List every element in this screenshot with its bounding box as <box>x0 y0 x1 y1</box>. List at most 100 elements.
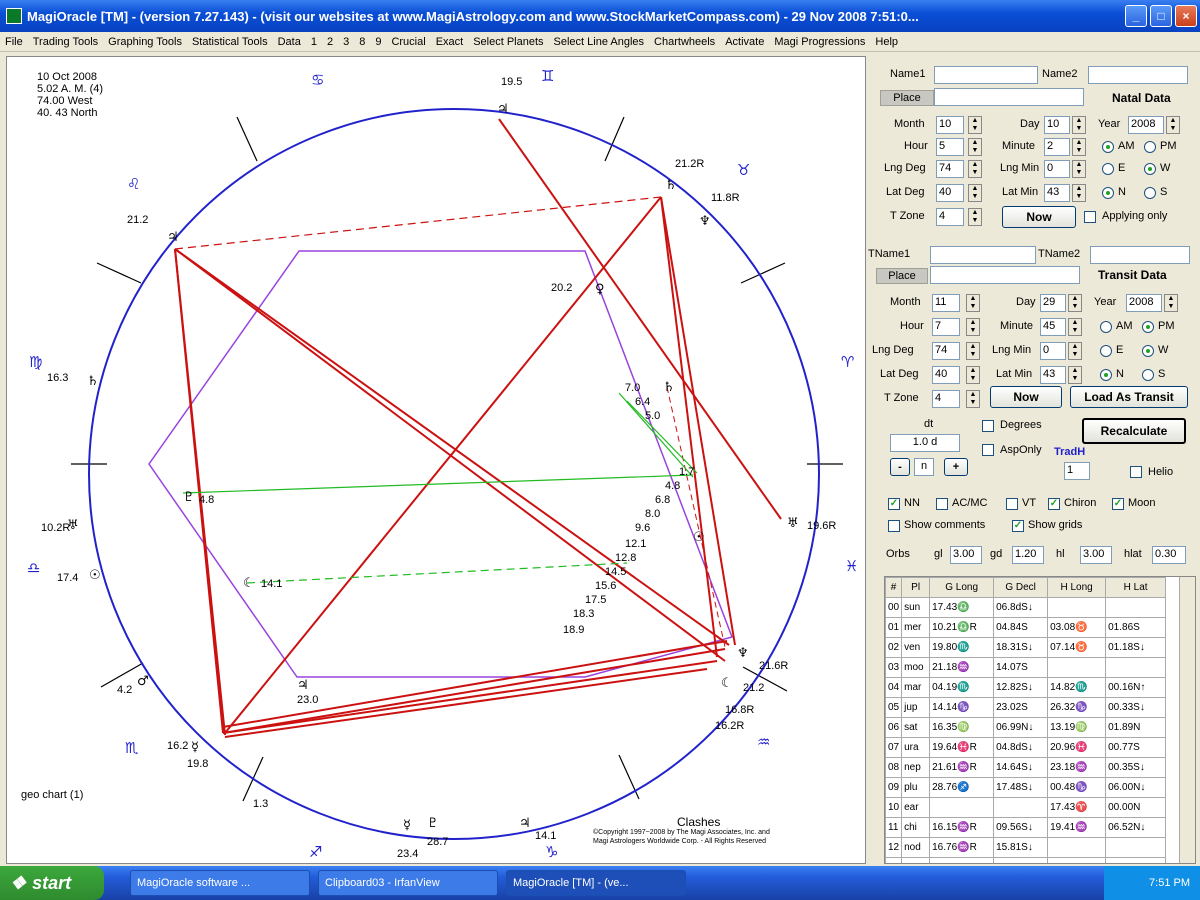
transit-lngdeg-input[interactable]: 74 <box>932 342 960 360</box>
table-row[interactable]: 13 <box>885 857 1167 863</box>
transit-lngmin-input[interactable]: 0 <box>1040 342 1066 360</box>
minimize-button[interactable]: _ <box>1125 5 1147 27</box>
natal-month-spinner[interactable]: ▲ ▼ <box>968 116 982 134</box>
table-row[interactable]: 12 nod 16.76♒R 15.81S↓ <box>885 837 1167 858</box>
dt-input[interactable]: 1.0 d <box>890 434 960 452</box>
menu-file[interactable]: File <box>0 36 28 48</box>
transit-hour-input[interactable]: 7 <box>932 318 960 336</box>
chart-wheel-area[interactable]: 10 Oct 2008 5.02 A. M. (4) 74.00 West 40… <box>6 56 866 864</box>
table-row[interactable]: 00 sun 17.43♎ 06.8dS↓ <box>885 597 1167 618</box>
transit-month-input[interactable]: 11 <box>932 294 960 312</box>
natal-pm-radio[interactable] <box>1144 141 1156 153</box>
tname1-input[interactable] <box>930 246 1036 264</box>
transit-pm-radio[interactable] <box>1142 321 1154 333</box>
transit-latmin-spinner[interactable]: ▲ ▼ <box>1068 366 1082 384</box>
show-grids-checkbox[interactable]: ✓ <box>1012 520 1024 532</box>
recalculate-button[interactable]: Recalculate <box>1082 418 1186 444</box>
natal-latmin-spinner[interactable]: ▲ ▼ <box>1072 184 1086 202</box>
natal-day-spinner[interactable]: ▲ ▼ <box>1072 116 1086 134</box>
col-header[interactable]: G Long <box>929 577 995 598</box>
menu-magi-progressions[interactable]: Magi Progressions <box>769 36 870 48</box>
table-row[interactable]: 09 plu 28.76♐ 17.48S↓ 00.48♑ 06.00N↓ <box>885 777 1167 798</box>
tray-clock[interactable]: 7:51 PM <box>1149 877 1190 889</box>
natal-hour-input[interactable]: 5 <box>936 138 964 156</box>
transit-e-radio[interactable] <box>1100 345 1112 357</box>
name1-input[interactable] <box>934 66 1038 84</box>
natal-now-button[interactable]: Now <box>1002 206 1076 228</box>
tradh-input[interactable]: 1 <box>1064 462 1090 480</box>
natal-place-input[interactable] <box>934 88 1084 106</box>
table-row[interactable]: 01 mer 10.21♎R 04.84S 03.08♉ 01.86S <box>885 617 1167 638</box>
menu-exact[interactable]: Exact <box>431 36 469 48</box>
table-row[interactable]: 05 jup 14.14♑ 23.02S 26.32♑ 00.33S↓ <box>885 697 1167 718</box>
menu-trading-tools[interactable]: Trading Tools <box>28 36 103 48</box>
hlat-input[interactable]: 0.30 <box>1152 546 1186 564</box>
table-row[interactable]: 04 mar 04.19♏ 12.82S↓ 14.82♏ 00.16N↑ <box>885 677 1167 698</box>
table-row[interactable]: 03 moo 21.18♒ 14.07S <box>885 657 1167 678</box>
natal-lngmin-input[interactable]: 0 <box>1044 160 1070 178</box>
natal-n-radio[interactable] <box>1102 187 1114 199</box>
table-row[interactable]: 08 nep 21.61♒R 14.64S↓ 23.18♒ 00.35S↓ <box>885 757 1167 778</box>
table-row[interactable]: 11 chi 16.15♒R 09.56S↓ 19.41♒ 06.52N↓ <box>885 817 1167 838</box>
transit-now-button[interactable]: Now <box>990 386 1062 408</box>
menu-crucial[interactable]: Crucial <box>386 36 430 48</box>
natal-month-input[interactable]: 10 <box>936 116 964 134</box>
transit-lngmin-spinner[interactable]: ▲ ▼ <box>1068 342 1082 360</box>
menu-activate[interactable]: Activate <box>720 36 769 48</box>
transit-minute-spinner[interactable]: ▲ ▼ <box>1068 318 1082 336</box>
natal-am-radio[interactable] <box>1102 141 1114 153</box>
start-button[interactable]: ❖ start <box>0 866 104 900</box>
natal-hour-spinner[interactable]: ▲ ▼ <box>968 138 982 156</box>
transit-month-spinner[interactable]: ▲ ▼ <box>966 294 980 312</box>
load-as-transit-button[interactable]: Load As Transit <box>1070 386 1188 408</box>
helio-checkbox[interactable] <box>1130 466 1142 478</box>
tname2-input[interactable] <box>1090 246 1190 264</box>
menu-help[interactable]: Help <box>870 36 903 48</box>
chiron-checkbox[interactable]: ✓ <box>1048 498 1060 510</box>
natal-latdeg-spinner[interactable]: ▲ ▼ <box>968 184 982 202</box>
table-row[interactable]: 10 ear 17.43♈ 00.00N <box>885 797 1167 818</box>
applying-only-checkbox[interactable] <box>1084 211 1096 223</box>
transit-place-input[interactable] <box>930 266 1080 284</box>
col-header[interactable]: H Long <box>1047 577 1107 598</box>
close-button[interactable]: × <box>1175 5 1197 27</box>
asponly-checkbox[interactable] <box>982 444 994 456</box>
maximize-button[interactable]: □ <box>1150 5 1172 27</box>
gl-input[interactable]: 3.00 <box>950 546 982 564</box>
natal-place-button[interactable]: Place <box>880 90 934 106</box>
name2-input[interactable] <box>1088 66 1188 84</box>
menu-statistical-tools[interactable]: Statistical Tools <box>187 36 273 48</box>
transit-latdeg-input[interactable]: 40 <box>932 366 960 384</box>
vt-checkbox[interactable] <box>1006 498 1018 510</box>
nn-checkbox[interactable]: ✓ <box>888 498 900 510</box>
transit-latmin-input[interactable]: 43 <box>1040 366 1066 384</box>
menu-graphing-tools[interactable]: Graphing Tools <box>103 36 187 48</box>
menu-select-planets[interactable]: Select Planets <box>468 36 548 48</box>
degrees-checkbox[interactable] <box>982 420 994 432</box>
natal-lngdeg-spinner[interactable]: ▲ ▼ <box>968 160 982 178</box>
dt-n-input[interactable]: n <box>914 458 934 476</box>
col-header[interactable]: Pl <box>901 577 931 598</box>
menu-1[interactable]: 1 <box>306 36 322 48</box>
col-header[interactable]: G Decl <box>993 577 1049 598</box>
taskbar-item[interactable]: Clipboard03 - IrfanView <box>318 870 498 896</box>
taskbar-item-active[interactable]: MagiOracle [TM] - (ve... <box>506 870 686 896</box>
natal-tzone-input[interactable]: 4 <box>936 208 964 226</box>
transit-am-radio[interactable] <box>1100 321 1112 333</box>
transit-lngdeg-spinner[interactable]: ▲ ▼ <box>966 342 980 360</box>
col-header[interactable]: H Lat <box>1105 577 1167 598</box>
menu-select-line-angles[interactable]: Select Line Angles <box>549 36 650 48</box>
natal-tzone-spinner[interactable]: ▲ ▼ <box>968 208 982 226</box>
taskbar-item[interactable]: MagiOracle software ... <box>130 870 310 896</box>
natal-latdeg-input[interactable]: 40 <box>936 184 964 202</box>
transit-place-button[interactable]: Place <box>876 268 928 284</box>
hl-input[interactable]: 3.00 <box>1080 546 1112 564</box>
menu-8[interactable]: 8 <box>354 36 370 48</box>
show-comments-checkbox[interactable] <box>888 520 900 532</box>
menu-3[interactable]: 3 <box>338 36 354 48</box>
transit-day-spinner[interactable]: ▲ ▼ <box>1068 294 1082 312</box>
transit-tzone-input[interactable]: 4 <box>932 390 960 408</box>
planet-position-table[interactable]: # Pl G Long G Decl H Long H Lat 00 sun 17.… <box>884 576 1196 864</box>
table-row[interactable]: 07 ura 19.64♓R 04.8dS↓ 20.96♓ 00.77S <box>885 737 1167 758</box>
table-scrollbar[interactable] <box>1179 577 1195 863</box>
